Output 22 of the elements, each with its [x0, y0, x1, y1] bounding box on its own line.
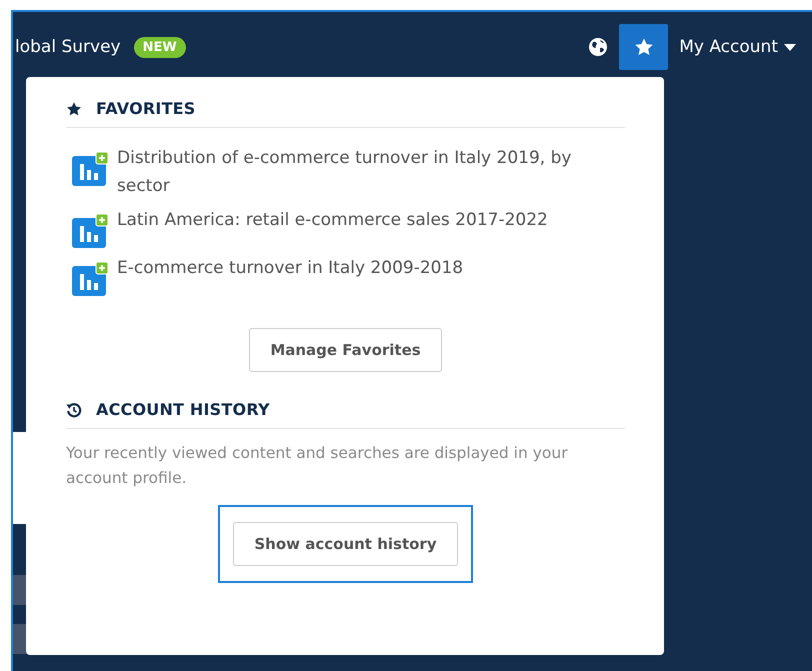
manage-favorites-button[interactable]: Manage Favorites — [249, 328, 442, 372]
section-title: FAVORITES — [96, 99, 196, 118]
star-icon — [634, 37, 654, 57]
section-title: ACCOUNT HISTORY — [96, 400, 270, 419]
new-badge: NEW — [134, 36, 186, 58]
chart-icon — [72, 152, 108, 186]
chart-icon — [72, 214, 108, 248]
chart-icon — [72, 262, 108, 296]
favorite-link[interactable]: Distribution of e-commerce turnover in Italy 2019, by sector — [117, 144, 625, 200]
globe-icon[interactable] — [588, 37, 608, 57]
star-icon — [66, 100, 82, 116]
favorite-link[interactable]: Latin America: retail e-commerce sales 2017-2022 — [117, 206, 548, 234]
account-menu[interactable]: My Account — [679, 37, 796, 57]
favorite-link[interactable]: E-commerce turnover in Italy 2009-2018 — [117, 254, 464, 282]
caret-icon — [784, 44, 796, 50]
site-title[interactable]: lobal Survey — [15, 37, 121, 57]
history-description: Your recently viewed content and searches are displayed in your account profile. — [66, 443, 569, 489]
favorites-button[interactable] — [619, 24, 668, 70]
tag-background — [13, 575, 27, 605]
show-history-button[interactable]: Show account history — [233, 522, 458, 566]
tag-background — [13, 624, 27, 654]
history-icon — [66, 402, 82, 418]
